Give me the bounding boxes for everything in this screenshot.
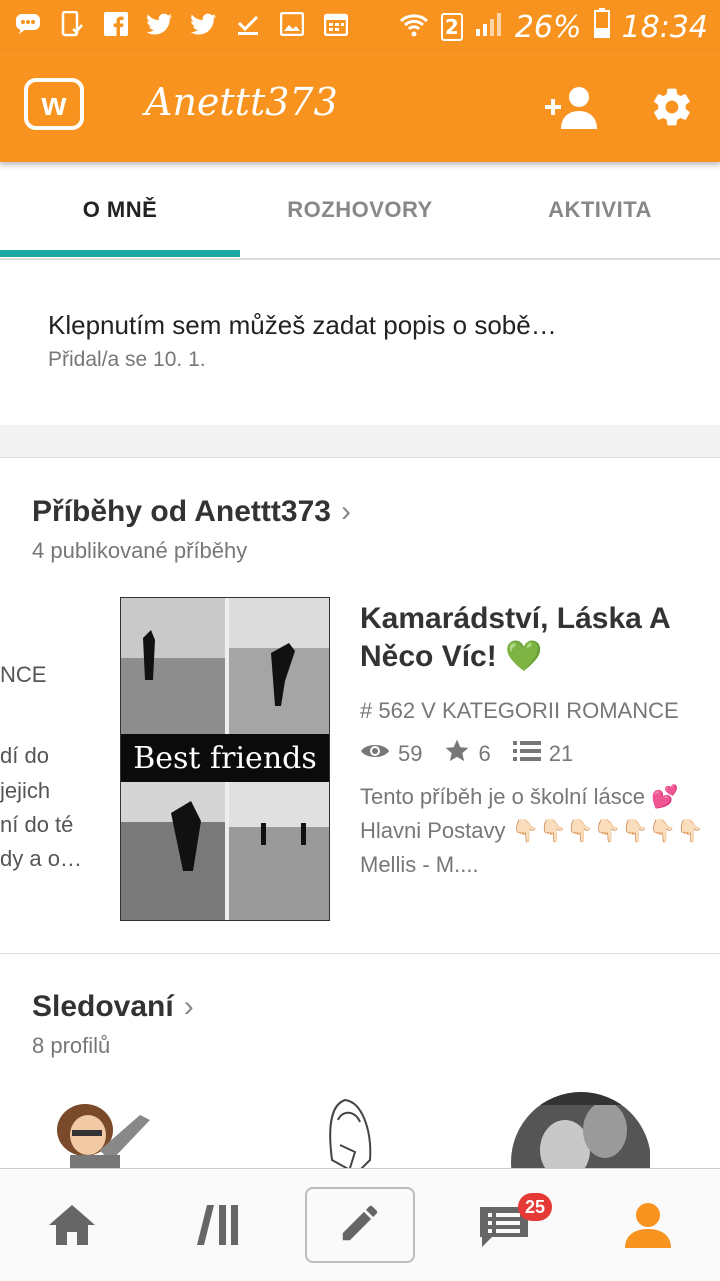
eye-icon <box>360 741 390 767</box>
reads-count: 59 <box>398 741 423 766</box>
add-friend-icon[interactable] <box>545 85 601 131</box>
profile-icon[interactable] <box>606 1169 690 1281</box>
sim-icon: 2 <box>440 13 463 41</box>
section-separator <box>0 425 720 458</box>
calendar-icon <box>322 10 350 38</box>
pencil-icon <box>337 1200 383 1251</box>
joined-date: Přidal/a se 10. 1. <box>48 348 206 371</box>
cover-title: Best friends <box>133 741 317 776</box>
story-title[interactable]: Kamarádství, Láska A Něco Víc! 💚 <box>360 600 700 676</box>
previous-story-peek-line: NCE <box>0 662 47 687</box>
parts-list-icon <box>512 740 541 768</box>
home-icon[interactable] <box>30 1169 114 1281</box>
twitter-icon <box>146 10 174 38</box>
messages-icon[interactable] <box>462 1169 546 1281</box>
app-bar: w Anettt373 <box>0 50 720 162</box>
wattpad-logo[interactable]: w <box>24 78 84 130</box>
library-icon[interactable] <box>176 1169 260 1281</box>
stories-section-header[interactable]: Příběhy od Anettt373 › <box>32 495 351 529</box>
wifi-icon <box>399 10 429 45</box>
previous-story-peek-line: dy a o… <box>0 846 82 871</box>
battery-icon <box>593 8 610 46</box>
bottom-navigation: 25 <box>0 1168 720 1281</box>
following-section-header[interactable]: Sledovaní › <box>32 990 194 1024</box>
story-description: Tento příběh je o školní lásce 💕 Hlavni … <box>360 784 704 877</box>
followed-profile-avatar[interactable] <box>510 1090 650 1170</box>
star-icon <box>444 738 470 770</box>
status-bar: 2 26% 18:34 <box>0 0 720 50</box>
profile-username: Anettt373 <box>145 80 338 124</box>
about-description-input[interactable]: Klepnutím sem můžeš zadat popis o sobě… <box>48 310 557 341</box>
twitter-icon-2 <box>190 10 218 38</box>
followed-profile-avatar[interactable] <box>40 1090 180 1170</box>
stories-title: Příběhy od Anettt373 <box>32 495 331 528</box>
votes-count: 6 <box>478 741 491 766</box>
settings-gear-icon[interactable] <box>650 85 694 129</box>
stories-count: 4 publikované příběhy <box>32 538 248 563</box>
tab-conversations[interactable]: ROZHOVORY <box>240 162 480 258</box>
logo-letter: w <box>41 85 67 122</box>
phone-check-icon <box>58 10 86 38</box>
write-button[interactable] <box>305 1187 415 1263</box>
messages-badge: 25 <box>518 1193 552 1221</box>
gallery-icon <box>278 10 306 38</box>
facebook-icon <box>102 10 130 38</box>
profile-tabs: O MNĚ ROZHOVORY AKTIVITA <box>0 162 720 260</box>
battery-percent: 26% <box>514 9 582 45</box>
clock: 18:34 <box>621 9 708 45</box>
parts-count: 21 <box>548 741 574 766</box>
story-cover[interactable]: Best friends <box>120 597 330 921</box>
download-done-icon <box>234 10 262 38</box>
section-divider <box>0 953 720 954</box>
following-title: Sledovaní <box>32 990 174 1023</box>
active-tab-indicator <box>0 250 240 257</box>
followed-profile-avatar[interactable] <box>300 1090 440 1170</box>
messenger-icon <box>14 10 42 38</box>
previous-story-peek-line: jejich <box>0 778 51 803</box>
story-stats: 59 6 21 <box>360 738 573 770</box>
following-count: 8 profilů <box>32 1033 111 1058</box>
tab-about-me[interactable]: O MNĚ <box>0 162 240 258</box>
tab-activity[interactable]: AKTIVITA <box>480 162 720 258</box>
previous-story-peek-line: dí do <box>0 743 49 768</box>
previous-story-peek-line: ní do té <box>0 812 74 837</box>
story-rank: # 562 V KATEGORII ROMANCE <box>360 698 679 723</box>
signal-icon <box>475 10 503 45</box>
chevron-right-icon: › <box>183 990 194 1023</box>
chevron-right-icon: › <box>340 495 351 528</box>
